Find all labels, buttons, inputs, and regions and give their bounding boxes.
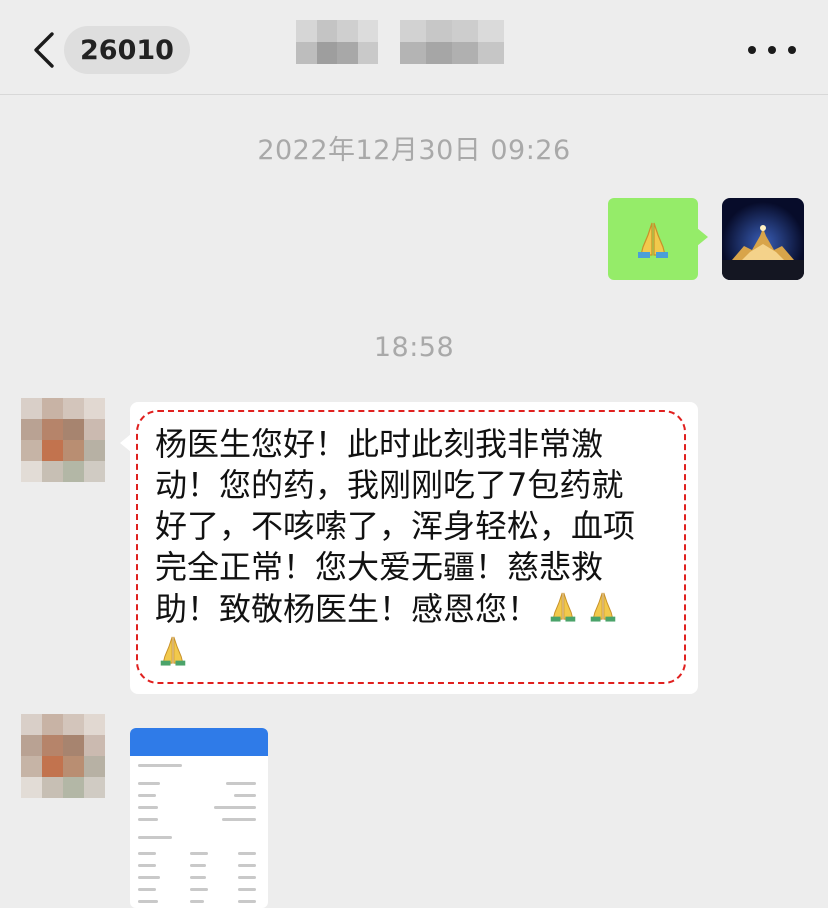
praying-hands-icon bbox=[160, 636, 186, 666]
received-message-bubble[interactable]: 杨医生您好！此时此刻我非常激 动！您的药，我刚刚吃了7包药就 好了，不咳嗦了，浑… bbox=[120, 402, 698, 694]
received-image-message[interactable] bbox=[130, 728, 268, 908]
sent-message-bubble[interactable] bbox=[608, 198, 708, 280]
back-button[interactable] bbox=[28, 30, 64, 70]
unread-count: 26010 bbox=[80, 34, 174, 66]
thumb-text-line bbox=[138, 836, 172, 839]
more-dot-icon bbox=[788, 46, 796, 54]
message-line: 动！您的药，我刚刚吃了7包药就 bbox=[155, 466, 624, 504]
more-dot-icon bbox=[748, 46, 756, 54]
message-text: 杨医生您好！此时此刻我非常激 动！您的药，我刚刚吃了7包药就 好了，不咳嗦了，浑… bbox=[155, 424, 675, 678]
message-line: 杨医生您好！此时此刻我非常激 bbox=[155, 425, 604, 463]
praying-hands-icon bbox=[638, 222, 668, 258]
thumb-text-line bbox=[138, 764, 182, 767]
thumb-text-line bbox=[138, 794, 156, 797]
temple-night-photo bbox=[722, 198, 804, 280]
thumb-text-line bbox=[138, 818, 158, 821]
blurred-chat-title bbox=[296, 20, 378, 64]
message-line: 完全正常！您大爱无疆！慈悲救 bbox=[155, 548, 604, 586]
thumb-text-line bbox=[190, 852, 208, 855]
blurred-chat-title-2 bbox=[400, 20, 504, 64]
more-dot-icon bbox=[768, 46, 776, 54]
contact-avatar[interactable] bbox=[21, 398, 105, 482]
thumb-text-line bbox=[238, 888, 256, 891]
chevron-left-icon bbox=[34, 32, 54, 68]
thumb-text-line bbox=[238, 864, 256, 867]
praying-hands-icon bbox=[590, 592, 616, 622]
emoji-line bbox=[155, 632, 675, 678]
thumb-text-line bbox=[238, 876, 256, 879]
my-avatar[interactable] bbox=[722, 198, 804, 280]
thumb-text-line bbox=[138, 852, 156, 855]
unread-count-badge[interactable]: 26010 bbox=[64, 26, 190, 74]
emoji-group bbox=[545, 588, 621, 624]
contact-avatar[interactable] bbox=[21, 714, 105, 798]
thumb-text-line bbox=[238, 900, 256, 903]
thumb-text-line bbox=[222, 818, 256, 821]
thumb-text-line bbox=[190, 864, 206, 867]
thumb-text-line bbox=[226, 782, 256, 785]
thumb-text-line bbox=[138, 864, 156, 867]
more-options-button[interactable] bbox=[748, 40, 796, 60]
thumb-text-line bbox=[190, 900, 204, 903]
thumb-text-line bbox=[138, 888, 156, 891]
message-line-with-emoji: 助！致敬杨医生！感恩您！ bbox=[155, 588, 675, 630]
thumb-text-line bbox=[214, 806, 256, 809]
thumb-text-line bbox=[190, 876, 206, 879]
thumb-text-line bbox=[138, 806, 158, 809]
chat-header: 26010 bbox=[0, 0, 828, 95]
thumb-text-line bbox=[138, 782, 160, 785]
thumb-text-line bbox=[190, 888, 208, 891]
thumb-text-line bbox=[138, 900, 158, 903]
thumb-app-header bbox=[130, 728, 268, 756]
message-timestamp: 18:58 bbox=[373, 332, 455, 363]
message-timestamp: 2022年12月30日 09:26 bbox=[257, 135, 571, 166]
praying-hands-icon bbox=[550, 592, 576, 622]
message-line: 好了，不咳嗦了，浑身轻松，血项 bbox=[155, 507, 636, 545]
thumb-text-line bbox=[138, 876, 160, 879]
thumb-text-line bbox=[234, 794, 256, 797]
message-line: 助！致敬杨医生！感恩您！ bbox=[155, 590, 540, 628]
thumb-text-line bbox=[238, 852, 256, 855]
